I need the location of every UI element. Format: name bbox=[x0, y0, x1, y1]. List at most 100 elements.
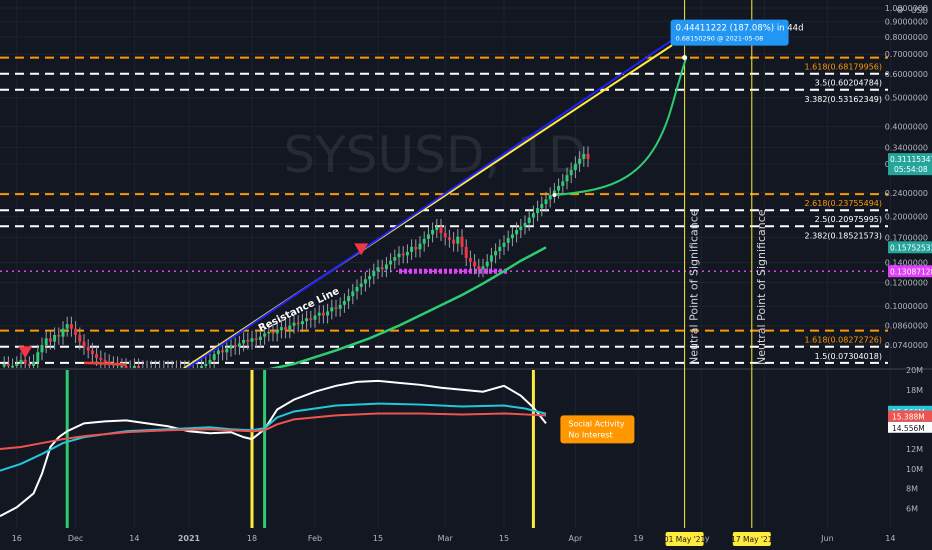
candle-body bbox=[515, 230, 519, 235]
candle-body bbox=[309, 318, 313, 320]
price-tick-label: 0.5000000 bbox=[885, 94, 928, 103]
fib-label: 2.382(0.18521573) bbox=[805, 231, 883, 240]
candle-body bbox=[321, 312, 325, 316]
candle-body bbox=[292, 322, 296, 326]
price-tick-label: 0.0740000 bbox=[885, 341, 928, 350]
indicator-tick-label: 18M bbox=[906, 386, 923, 395]
candle-body bbox=[32, 361, 36, 366]
candle-body bbox=[468, 258, 472, 262]
legend-item: Social Activity bbox=[568, 419, 624, 428]
fib-label: 3.382(0.53162349) bbox=[805, 95, 883, 104]
candle-body bbox=[313, 315, 317, 320]
candle-body bbox=[36, 352, 40, 362]
date-badge-label: 17 May '21 bbox=[731, 535, 773, 544]
candle-body bbox=[330, 307, 334, 312]
indicator-legend: Social Activity No Interest bbox=[560, 415, 635, 444]
candle-body bbox=[477, 266, 481, 270]
candle-body bbox=[229, 345, 233, 349]
candle-body bbox=[494, 251, 498, 256]
candle-body bbox=[246, 339, 250, 342]
candle-body bbox=[447, 237, 451, 240]
time-tick-label: 14 bbox=[129, 534, 139, 543]
candle-body bbox=[485, 261, 489, 267]
time-tick-label: Jun bbox=[820, 534, 834, 543]
candle-body bbox=[405, 251, 409, 256]
moving-average-line bbox=[83, 361, 127, 366]
candle-body bbox=[271, 331, 275, 334]
indicator-tick-label: 8M bbox=[906, 485, 918, 494]
price-tick-label: 0.7000000 bbox=[885, 50, 928, 59]
candle-body bbox=[347, 296, 351, 302]
candle-body bbox=[389, 260, 393, 265]
candle-body bbox=[11, 365, 15, 368]
candle-body bbox=[263, 333, 267, 337]
candle-body bbox=[527, 217, 531, 224]
candle-body bbox=[296, 322, 300, 325]
price-tick-label: 0.2000000 bbox=[885, 212, 928, 221]
time-tick-label: 18 bbox=[247, 534, 257, 543]
candle-body bbox=[132, 365, 136, 368]
time-tick-label: 19 bbox=[633, 534, 643, 543]
candle-body bbox=[426, 234, 430, 239]
neutral-point-label: Neutral Point of Significance bbox=[688, 209, 701, 365]
indicator-badge-label: 15.388M bbox=[892, 413, 925, 422]
candle-body bbox=[443, 232, 447, 238]
candle-body bbox=[124, 365, 128, 368]
time-tick-label: 15 bbox=[499, 534, 509, 543]
candle-body bbox=[2, 363, 6, 367]
candle-body bbox=[351, 291, 355, 297]
candle-body bbox=[540, 204, 544, 209]
candle-body bbox=[326, 311, 330, 316]
candle-body bbox=[439, 226, 443, 233]
candle-body bbox=[69, 324, 73, 329]
candle-body bbox=[6, 363, 10, 366]
candle-body bbox=[489, 255, 493, 262]
candle-body bbox=[242, 339, 246, 344]
fib-label: 1.618(0.08272726) bbox=[805, 336, 883, 345]
candle-body bbox=[74, 328, 78, 335]
candle-body bbox=[435, 226, 439, 231]
price-tick-label: 0.9000000 bbox=[885, 18, 928, 27]
candle-body bbox=[561, 181, 565, 186]
neutral-point-label: Neutral Point of Significance bbox=[755, 209, 768, 365]
annotations: 0.44411222 (187.08%) in 44d0.68150290 @ … bbox=[670, 19, 803, 46]
candle-body bbox=[498, 246, 502, 252]
candle-body bbox=[200, 365, 204, 368]
candle-body bbox=[137, 365, 141, 368]
time-tick-label: Mar bbox=[438, 534, 454, 543]
candle-body bbox=[284, 327, 288, 331]
time-tick-label: 15 bbox=[373, 534, 383, 543]
legend-item: No Interest bbox=[568, 430, 612, 439]
price-badge-label: 0.13087128 bbox=[890, 267, 932, 276]
candle-body bbox=[300, 321, 304, 325]
candle-body bbox=[531, 213, 535, 218]
candle-body bbox=[61, 328, 65, 337]
candle-body bbox=[548, 194, 552, 200]
candle-body bbox=[578, 158, 582, 164]
price-tick-label: 0.4000000 bbox=[885, 123, 928, 132]
candle-body bbox=[355, 286, 359, 292]
candle-body bbox=[380, 267, 384, 270]
candle-body bbox=[99, 357, 103, 360]
candle-body bbox=[86, 346, 90, 351]
candle-body bbox=[565, 175, 569, 182]
candle-body bbox=[557, 185, 561, 191]
candle-body bbox=[502, 242, 506, 247]
candle-body bbox=[544, 199, 548, 205]
candle-body bbox=[422, 238, 426, 244]
settings-icon: ⚙ bbox=[896, 6, 904, 16]
candle-body bbox=[250, 338, 254, 342]
candle-body bbox=[342, 301, 346, 305]
candle-body bbox=[573, 163, 577, 171]
price-tick-label: 0.2400000 bbox=[885, 189, 928, 198]
candle-body bbox=[473, 261, 477, 267]
candle-body bbox=[103, 359, 107, 362]
indicator-tick-label: 12M bbox=[906, 445, 923, 454]
tradingview-chart[interactable]: SYSUSD, 1D 1.618(0.68179956) 3.5(0.602047… bbox=[0, 0, 932, 550]
candle-body bbox=[506, 238, 510, 243]
time-tick-label: 14 bbox=[885, 534, 895, 543]
candle-body bbox=[582, 153, 586, 159]
projection-start-point bbox=[552, 192, 557, 197]
candle-body bbox=[452, 239, 456, 244]
candle-body bbox=[523, 223, 527, 227]
